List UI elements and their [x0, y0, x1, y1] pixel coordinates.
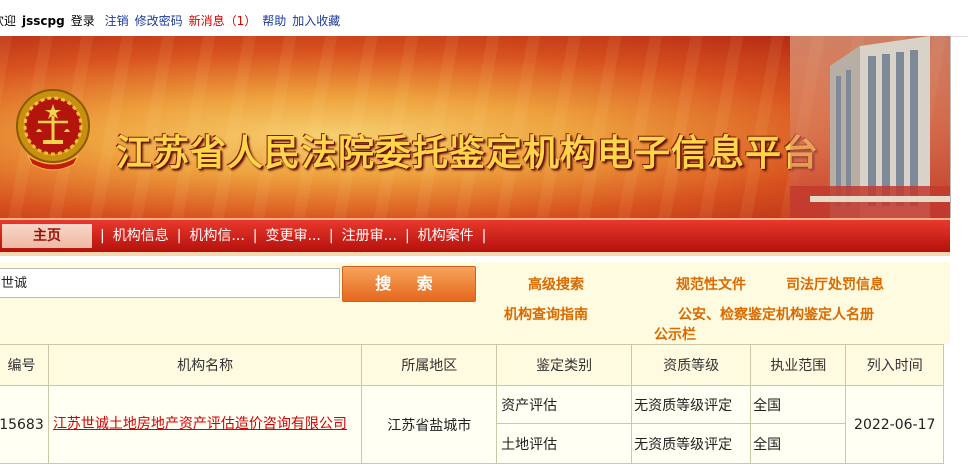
nav-separator: |: [481, 228, 487, 244]
table-row: 15683 江苏世诚土地房地产资产评估造价咨询有限公司 江苏省盐城市 资产评估 …: [0, 385, 944, 464]
cell-scope: 全国: [750, 385, 847, 424]
nav-item-registration-review[interactable]: 注册审...: [342, 228, 397, 244]
court-emblem-icon: [16, 89, 90, 171]
nav-items: | 机构信息 | 机构信... | 变更审... | 注册审... | 机构案件 |: [92, 220, 494, 252]
cell-category: 资产评估: [496, 385, 633, 424]
court-building-image: [790, 36, 950, 218]
nav-item-org-info[interactable]: 机构信息: [113, 228, 169, 244]
logout-link[interactable]: 注销: [105, 14, 129, 28]
username: jsscpg: [22, 14, 65, 28]
nav-separator: |: [404, 228, 410, 244]
nav-underline: [0, 252, 950, 256]
cell-category: 土地评估: [496, 423, 633, 464]
header-region: 所属地区: [361, 344, 498, 386]
penalty-info-link[interactable]: 司法厅处罚信息: [786, 274, 884, 294]
search-panel: 世诚 搜 索 高级搜索 规范性文件 司法厅处罚信息 机构查询指南 公安、检察鉴定…: [0, 262, 950, 344]
cell-date: 2022-06-17: [845, 385, 944, 464]
welcome-text: 欢迎: [0, 14, 17, 28]
new-messages-link[interactable]: 新消息（1）: [189, 14, 257, 28]
search-button[interactable]: 搜 索: [342, 266, 476, 302]
nav-separator: |: [100, 228, 105, 244]
cell-scope: 全国: [750, 423, 847, 464]
bulletin-link[interactable]: 公示栏: [654, 324, 696, 344]
cell-id: 15683: [0, 385, 49, 464]
header-id: 编号: [0, 344, 49, 386]
header-category: 鉴定类别: [496, 344, 633, 386]
nav-separator: |: [252, 228, 258, 244]
advanced-search-link[interactable]: 高级搜索: [528, 274, 584, 294]
help-link[interactable]: 帮助: [262, 14, 286, 28]
site-banner: 江苏省人民法院委托鉴定机构电子信息平台: [0, 36, 951, 218]
nav-item-change-review[interactable]: 变更审...: [266, 228, 321, 244]
org-name-link[interactable]: 江苏世诚土地房地产资产评估造价咨询有限公司: [53, 416, 347, 432]
change-password-link[interactable]: 修改密码: [135, 14, 183, 28]
nav-item-org-info-2[interactable]: 机构信...: [189, 228, 244, 244]
query-guide-link[interactable]: 机构查询指南: [504, 304, 588, 324]
header-date: 列入时间: [845, 344, 944, 386]
cell-region: 江苏省盐城市: [361, 385, 498, 464]
nav-item-org-cases[interactable]: 机构案件: [418, 228, 474, 244]
nav-separator: |: [176, 228, 182, 244]
nav-home-tab[interactable]: 主页: [2, 224, 92, 248]
normative-docs-link[interactable]: 规范性文件: [676, 274, 746, 294]
cell-level: 无资质等级评定: [631, 385, 752, 424]
header-level: 资质等级: [631, 344, 752, 386]
roster-link[interactable]: 公安、检察鉴定机构鉴定人名册: [678, 304, 874, 324]
cell-level: 无资质等级评定: [631, 423, 752, 464]
header-scope: 执业范围: [750, 344, 847, 386]
nav-separator: |: [328, 228, 334, 244]
results-table: 编号 机构名称 所属地区 鉴定类别 资质等级 执业范围 列入时间 15683 江…: [0, 344, 944, 464]
main-nav: 主页 | 机构信息 | 机构信... | 变更审... | 注册审... | 机构案件 |: [0, 218, 950, 256]
results-table-wrap: 编号 机构名称 所属地区 鉴定类别 资质等级 执业范围 列入时间 15683 江…: [0, 344, 950, 469]
header-name: 机构名称: [47, 344, 363, 386]
cell-name: 江苏世诚土地房地产资产评估造价咨询有限公司: [47, 385, 363, 464]
table-header-row: 编号 机构名称 所属地区 鉴定类别 资质等级 执业范围 列入时间: [0, 344, 944, 386]
user-bar: 欢迎 jsscpg 登录 注销修改密码新消息（1） 帮助加入收藏: [0, 0, 968, 37]
search-input[interactable]: 世诚: [0, 268, 340, 298]
banner-title: 江苏省人民法院委托鉴定机构电子信息平台: [116, 132, 820, 174]
add-favorite-link[interactable]: 加入收藏: [292, 14, 340, 28]
login-status: 登录: [70, 14, 95, 28]
